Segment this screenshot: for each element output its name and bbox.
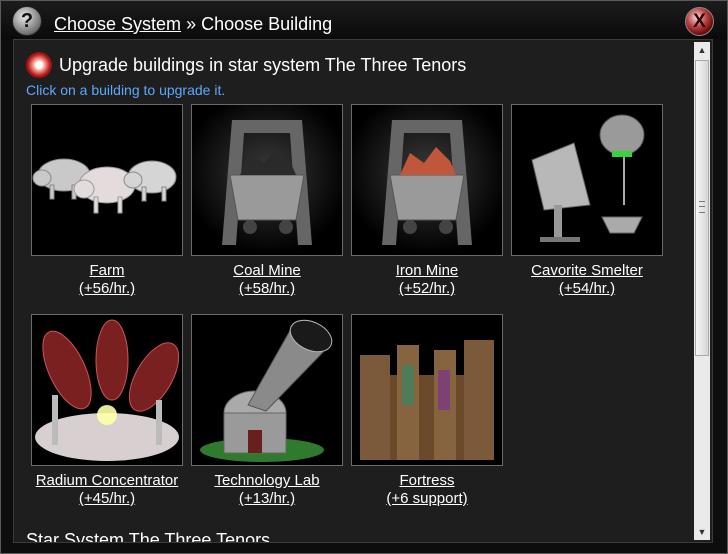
building-rate[interactable]: (+6 support) [350,490,504,508]
building-rate[interactable]: (+54/hr.) [510,280,664,298]
building-card-farm[interactable]: Farm (+56/hr.) [30,104,184,298]
building-card-coal-mine[interactable]: Coal Mine (+58/hr.) [190,104,344,298]
building-name[interactable]: Cavorite Smelter [510,262,664,280]
building-rate[interactable]: (+52/hr.) [350,280,504,298]
instruction-text: Click on a building to upgrade it. [26,82,226,98]
breadcrumb: Choose System » Choose Building [54,14,332,35]
scroll-down-arrow-icon[interactable]: ▼ [694,524,710,540]
section-heading: Star System The Three Tenors [26,530,271,543]
farm-pigs-icon[interactable] [31,104,183,256]
telescope-lab-icon[interactable] [191,314,343,466]
building-name[interactable]: Technology Lab [190,472,344,490]
building-name[interactable]: Iron Mine [350,262,504,280]
scroll-up-arrow-icon[interactable]: ▲ [694,42,710,58]
building-grid: Farm (+56/hr.) Coal Mine (+58/hr.) Iron … [30,104,690,524]
building-name[interactable]: Farm [30,262,184,280]
building-card-cavorite-smelter[interactable]: Cavorite Smelter (+54/hr.) [510,104,664,298]
scroll-thumb[interactable] [695,60,709,356]
building-card-iron-mine[interactable]: Iron Mine (+52/hr.) [350,104,504,298]
breadcrumb-current: Choose Building [201,14,333,34]
building-name[interactable]: Radium Concentrator [30,472,184,490]
building-rate[interactable]: (+56/hr.) [30,280,184,298]
upgrade-window: ? Choose System » Choose Building X Upgr… [0,0,728,554]
building-card-technology-lab[interactable]: Technology Lab (+13/hr.) [190,314,344,508]
breadcrumb-separator: » [181,14,202,34]
content-panel: Upgrade buildings in star system The Thr… [13,39,713,543]
page-heading: Upgrade buildings in star system The Thr… [59,54,467,75]
smelter-icon[interactable] [511,104,663,256]
heading-row: Upgrade buildings in star system The Thr… [26,52,466,78]
building-rate[interactable]: (+58/hr.) [190,280,344,298]
building-card-fortress[interactable]: Fortress (+6 support) [350,314,504,508]
star-icon [26,52,52,78]
building-name[interactable]: Fortress [350,472,504,490]
building-rate[interactable]: (+45/hr.) [30,490,184,508]
grip-icon [699,201,705,213]
building-name[interactable]: Coal Mine [190,262,344,280]
close-button[interactable]: X [685,7,714,36]
iron-mine-cart-icon[interactable] [351,104,503,256]
radium-concentrator-icon[interactable] [31,314,183,466]
building-rate[interactable]: (+13/hr.) [190,490,344,508]
building-card-radium-concentrator[interactable]: Radium Concentrator (+45/hr.) [30,314,184,508]
vertical-scrollbar[interactable]: ▲ ▼ [694,42,710,540]
fortress-icon[interactable] [351,314,503,466]
breadcrumb-choose-system-link[interactable]: Choose System [54,14,181,34]
coal-mine-cart-icon[interactable] [191,104,343,256]
titlebar: ? Choose System » Choose Building X [1,1,727,39]
help-button[interactable]: ? [12,6,42,36]
